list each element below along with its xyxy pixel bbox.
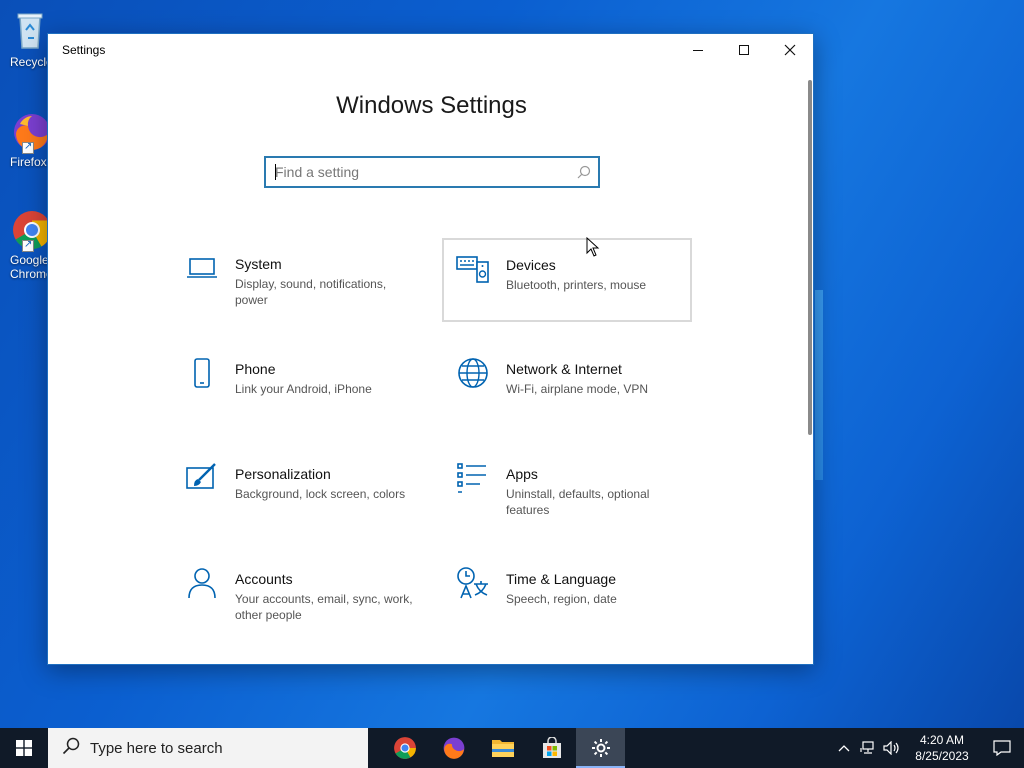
find-setting-search[interactable]: [264, 156, 600, 188]
shortcut-arrow-icon: [22, 140, 34, 154]
scrollbar[interactable]: [808, 80, 812, 435]
person-icon: [188, 568, 216, 599]
phone-icon: [194, 358, 210, 388]
taskbar: Type here to search 4:20 AM 8/25/2023: [0, 728, 1024, 768]
globe-icon: [458, 358, 488, 388]
firefox-icon: [8, 108, 52, 154]
tile-phone[interactable]: Phone Link your Android, iPhone: [173, 344, 423, 428]
tile-name: Time & Language: [506, 571, 616, 587]
paintbrush-icon: [186, 463, 216, 489]
title-bar[interactable]: Settings: [48, 34, 813, 66]
shortcut-arrow-icon: [22, 238, 34, 252]
notifications-icon[interactable]: [980, 740, 1024, 756]
close-icon: [784, 44, 796, 56]
search-icon: [62, 737, 80, 759]
taskbar-chrome[interactable]: [380, 728, 429, 768]
windows-logo-icon: [16, 740, 32, 756]
tile-name: Phone: [235, 361, 276, 377]
tile-time-language[interactable]: Time & Language Speech, region, date: [444, 554, 694, 638]
desktop-light-beam: [815, 290, 823, 480]
system-tray: 4:20 AM 8/25/2023: [832, 728, 1024, 768]
tile-name: System: [235, 256, 282, 272]
window-title: Settings: [62, 43, 106, 57]
recycle-bin-icon: [8, 8, 52, 52]
page-title: Windows Settings: [336, 92, 527, 119]
chrome-icon: [393, 737, 416, 759]
tile-description: Your accounts, email, sync, work, other …: [235, 592, 413, 622]
tile-description: Bluetooth, printers, mouse: [506, 278, 647, 292]
time-language-icon: [457, 567, 488, 599]
laptop-icon: [187, 258, 217, 278]
search-icon: [570, 165, 598, 179]
chevron-up-icon[interactable]: [832, 744, 856, 752]
tile-description: Background, lock screen, colors: [235, 487, 406, 501]
maximize-button[interactable]: [721, 34, 767, 66]
taskbar-search-box[interactable]: Type here to search: [48, 728, 368, 768]
clock-time: 4:20 AM: [919, 733, 965, 747]
taskbar-search-placeholder: Type here to search: [90, 739, 223, 757]
tile-name: Personalization: [235, 466, 331, 482]
tile-apps[interactable]: Apps Uninstall, defaults, optional featu…: [444, 449, 694, 533]
tile-description: Display, sound, notifications, power: [235, 277, 387, 307]
tile-name: Apps: [506, 466, 538, 482]
text-caret: [275, 164, 276, 180]
settings-gear-icon: [591, 739, 610, 757]
clock-date: 8/25/2023: [915, 749, 969, 763]
firefox-icon: [443, 737, 464, 759]
tile-name: Network & Internet: [506, 361, 622, 377]
tile-personalization[interactable]: Personalization Background, lock screen,…: [173, 449, 423, 533]
apps-list-icon: [457, 463, 486, 493]
tile-name: Devices: [506, 257, 556, 273]
tile-description: Wi-Fi, airplane mode, VPN: [506, 382, 649, 396]
settings-window: Settings Windows Settings System Display…: [47, 33, 814, 665]
tile-name: Accounts: [235, 571, 293, 587]
store-icon: [542, 737, 561, 758]
tile-description: Speech, region, date: [506, 592, 617, 606]
chrome-icon: [8, 206, 52, 252]
file-explorer-icon: [491, 740, 514, 757]
devices-icon: [456, 256, 489, 283]
minimize-icon: [693, 49, 703, 51]
minimize-button[interactable]: [675, 34, 721, 66]
maximize-icon: [739, 45, 749, 55]
taskbar-settings[interactable]: [576, 728, 625, 768]
taskbar-firefox[interactable]: [429, 728, 478, 768]
tile-description: Link your Android, iPhone: [235, 382, 372, 396]
close-button[interactable]: [767, 34, 813, 66]
taskbar-store[interactable]: [527, 728, 576, 768]
taskbar-file-explorer[interactable]: [478, 728, 527, 768]
tile-network-internet[interactable]: Network & Internet Wi-Fi, airplane mode,…: [444, 344, 694, 428]
network-icon[interactable]: [856, 741, 880, 755]
mouse-cursor-icon: [586, 237, 600, 257]
volume-icon[interactable]: [880, 741, 904, 755]
tile-description: Uninstall, defaults, optional features: [506, 487, 650, 517]
tile-accounts[interactable]: Accounts Your accounts, email, sync, wor…: [173, 554, 423, 638]
tile-devices[interactable]: Devices Bluetooth, printers, mouse: [442, 238, 692, 322]
start-button[interactable]: [0, 728, 48, 768]
search-input[interactable]: [266, 158, 570, 186]
taskbar-clock[interactable]: 4:20 AM 8/25/2023: [904, 732, 980, 764]
tile-system[interactable]: System Display, sound, notifications, po…: [173, 239, 423, 323]
